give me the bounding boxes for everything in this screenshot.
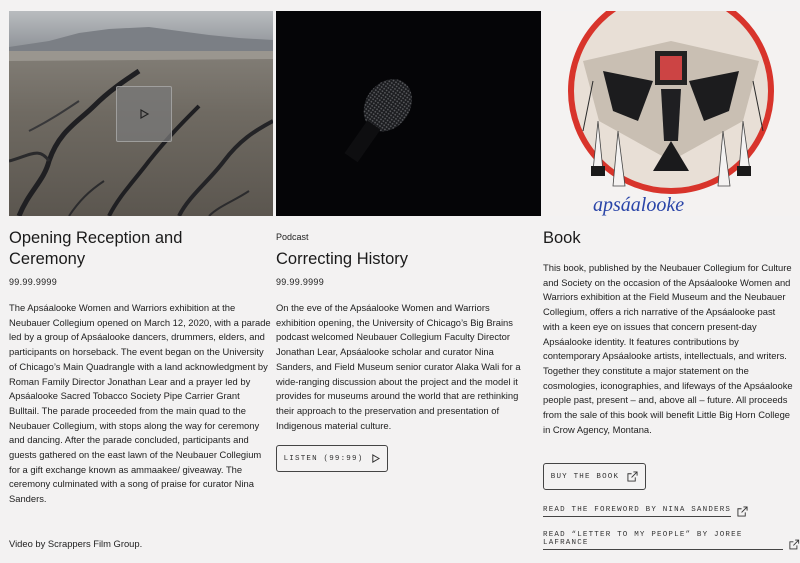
card-kicker: Podcast <box>276 232 309 242</box>
card-description: The Apsáalooke Women and Warriors exhibi… <box>9 302 271 505</box>
card-description: This book, published by the Neubauer Col… <box>543 262 793 435</box>
card-description: On the eve of the Apsáalooke Women and W… <box>276 302 521 431</box>
external-link-icon <box>789 539 800 550</box>
card-title: Opening Reception and Ceremony <box>9 229 183 268</box>
video-credit: Video by Scrappers Film Group. <box>9 538 143 549</box>
microphone-image <box>276 11 541 216</box>
external-link-icon <box>737 506 748 517</box>
book-cover-lettering: apsáalooke <box>593 194 684 216</box>
microphone-icon <box>344 79 412 163</box>
buy-book-button[interactable]: BUY THE BOOK <box>543 463 646 490</box>
read-foreword-link[interactable]: READ THE FOREWORD BY NINA SANDERS <box>543 506 748 517</box>
book-cover-image: apsáalooke <box>543 11 800 216</box>
book-card: apsáalooke Book This book, published by … <box>543 11 800 550</box>
play-button[interactable] <box>116 86 172 142</box>
podcast-card: Podcast Correcting History 99.99.9999 On… <box>276 11 541 472</box>
play-icon <box>140 108 150 120</box>
buy-book-label: BUY THE BOOK <box>550 472 620 481</box>
card-title: Book <box>543 229 581 247</box>
play-icon <box>372 454 381 463</box>
listen-button-label: LISTEN (99:99) <box>283 454 364 463</box>
book-cover-art: apsáalooke <box>568 11 774 216</box>
listen-button[interactable]: LISTEN (99:99) <box>276 445 388 472</box>
video-card: Opening Reception and Ceremony 99.99.999… <box>9 11 273 549</box>
external-link-icon <box>627 471 638 482</box>
card-date: 99.99.9999 <box>9 277 58 287</box>
read-letter-link[interactable]: READ “LETTER TO MY PEOPLE” BY JOREE LAFR… <box>543 531 800 550</box>
card-title: Correcting History <box>276 250 409 268</box>
landscape-video-thumbnail[interactable] <box>9 11 273 216</box>
read-foreword-label: READ THE FOREWORD BY NINA SANDERS <box>543 506 732 517</box>
read-letter-label: READ “LETTER TO MY PEOPLE” BY JOREE LAFR… <box>543 531 784 550</box>
card-date: 99.99.9999 <box>276 277 325 287</box>
